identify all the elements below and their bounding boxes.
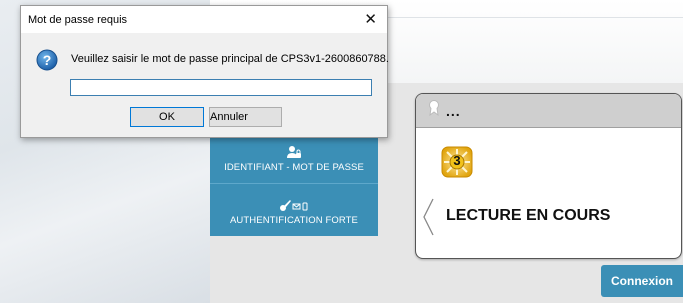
chevron-left-icon[interactable]	[422, 197, 434, 242]
ok-button[interactable]: OK	[130, 107, 204, 127]
dialog-body: ? Veuillez saisir le mot de passe princi…	[21, 33, 389, 137]
cancel-button[interactable]: Annuler	[209, 107, 282, 127]
connexion-button[interactable]: Connexion	[601, 265, 683, 297]
menu-item-label: IDENTIFIANT - MOT DE PASSE	[224, 162, 364, 173]
dialog-titlebar: Mot de passe requis ✕	[21, 6, 387, 33]
level-badge-icon: 3	[441, 146, 473, 178]
card-reader-panel: ... 3 LECTURE EN COURS	[415, 93, 682, 259]
question-icon: ?	[36, 49, 58, 71]
reading-status: LECTURE EN COURS	[446, 207, 611, 224]
award-ribbon-icon	[428, 100, 440, 121]
password-input[interactable]	[70, 79, 372, 96]
reader-header: ...	[416, 94, 681, 128]
badge-number: 3	[453, 153, 461, 168]
key-envelope-phone-icon	[279, 200, 309, 212]
user-lock-icon	[286, 145, 302, 159]
menu-item-label: AUTHENTIFICATION FORTE	[230, 215, 358, 226]
password-dialog: Mot de passe requis ✕ ? Veuillez saisir …	[20, 5, 389, 138]
header-divider	[385, 17, 683, 18]
close-icon[interactable]: ✕	[364, 12, 377, 27]
dialog-title: Mot de passe requis	[28, 13, 128, 26]
reader-header-text: ...	[446, 102, 461, 119]
menu-item-authentification[interactable]: AUTHENTIFICATION FORTE	[210, 183, 378, 236]
dialog-message: Veuillez saisir le mot de passe principa…	[71, 53, 389, 65]
svg-text:?: ?	[43, 52, 52, 68]
